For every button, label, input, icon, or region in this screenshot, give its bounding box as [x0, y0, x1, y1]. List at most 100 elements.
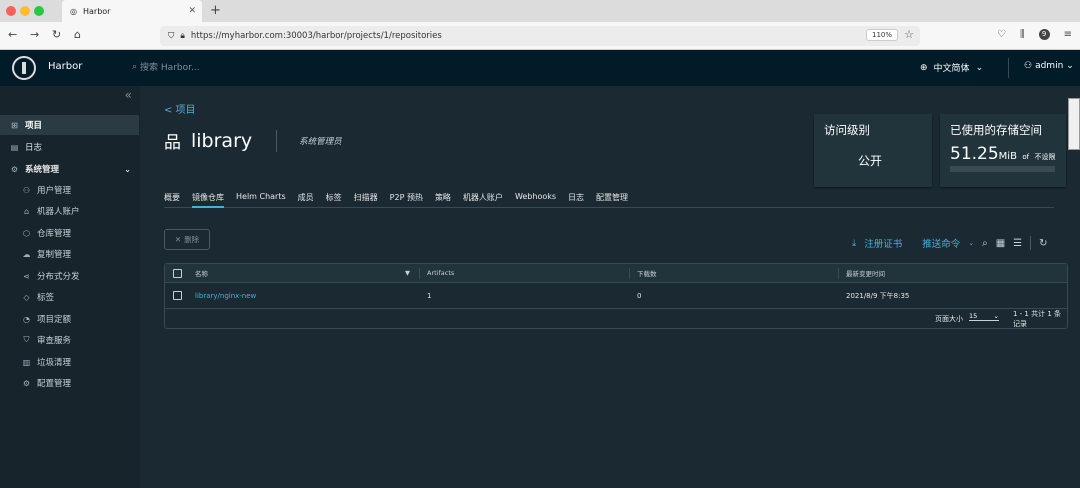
tab-webhooks[interactable]: Webhooks: [515, 192, 556, 208]
project-title-bar: 品 library 系统管理员: [164, 128, 342, 153]
zoom-level[interactable]: 110%: [865, 29, 898, 41]
access-level-card: 访问级别 公开: [814, 114, 932, 187]
column-pulls[interactable]: 下载数: [637, 264, 657, 282]
column-artifacts[interactable]: Artifacts: [427, 264, 454, 282]
project-tabs: 概要 镜像仓库 Helm Charts 成员 标签 扫描器 P2P 预热 策略 …: [164, 192, 1054, 208]
back-arrow-icon[interactable]: ←: [8, 28, 17, 41]
browser-tab-title: Harbor: [82, 6, 111, 16]
tab-configuration[interactable]: 配置管理: [596, 192, 628, 208]
menu-icon[interactable]: ≡: [1064, 29, 1072, 40]
globe-icon: ⊕: [920, 62, 928, 73]
sidebar-item-label: 垃圾清理: [37, 358, 72, 368]
projects-icon: ⊞: [11, 120, 18, 130]
home-icon[interactable]: ⌂: [74, 28, 81, 41]
sidebar-item-logs[interactable]: ▤ 日志: [0, 137, 139, 157]
language-selector[interactable]: ⊕ 中文简体 ⌄: [920, 61, 984, 75]
trash-icon: ▥: [22, 357, 31, 367]
select-all-checkbox[interactable]: [173, 264, 182, 282]
tab-helm-charts[interactable]: Helm Charts: [236, 192, 286, 208]
sidebar-item-labels[interactable]: ◇ 标签: [0, 287, 139, 307]
sidebar-item-configuration[interactable]: ⚙ 配置管理: [0, 373, 139, 393]
sidebar-item-label: 用户管理: [37, 186, 72, 196]
address-bar[interactable]: ⛉ 🔒︎ https://myharbor.com:30003/harbor/p…: [160, 26, 920, 46]
title-divider: [276, 129, 278, 152]
browser-toolbar: ← → ↻ ⌂ ⛉ 🔒︎ https://myharbor.com:30003/…: [0, 22, 1080, 50]
sidebar-item-gc[interactable]: ▥ 垃圾清理: [0, 352, 139, 372]
brand-name[interactable]: Harbor: [48, 61, 82, 72]
sidebar-item-distributions[interactable]: ⋖ 分布式分发: [0, 266, 139, 286]
tab-robot-accounts[interactable]: 机器人账户: [463, 192, 503, 208]
browser-tab-strip: ◎ Harbor ✕ +: [0, 0, 1080, 22]
user-menu[interactable]: ⚇ admin ⌄: [1024, 61, 1074, 71]
admin-icon: ⚙: [10, 164, 19, 174]
side-drawer-tab[interactable]: [1068, 98, 1080, 150]
tab-repositories[interactable]: 镜像仓库: [192, 192, 224, 208]
table-row[interactable]: library/nginx-new 1 0 2021/8/9 下午8:35: [165, 283, 1067, 309]
back-to-projects-link[interactable]: < 项目: [164, 101, 196, 116]
sidebar-item-robot-accounts[interactable]: ⌂ 机器人账户: [0, 201, 139, 221]
collapse-sidebar-icon[interactable]: «: [125, 88, 132, 102]
card-view-icon[interactable]: ▦: [996, 238, 1005, 249]
maximize-window-button[interactable]: [34, 6, 44, 16]
tab-logs[interactable]: 日志: [568, 192, 584, 208]
sidebar-item-administration[interactable]: ⚙ 系统管理 ⌄: [0, 159, 139, 179]
repo-name-link[interactable]: library/nginx-new: [195, 283, 256, 308]
close-tab-icon[interactable]: ✕: [188, 6, 196, 16]
actions-divider: [1030, 236, 1032, 250]
new-tab-button[interactable]: +: [210, 3, 221, 18]
reload-icon[interactable]: ↻: [52, 28, 61, 41]
sidebar-item-registries[interactable]: ⬡ 仓库管理: [0, 223, 139, 243]
tab-labels[interactable]: 标签: [326, 192, 342, 208]
library-icon[interactable]: ⫼: [1020, 29, 1025, 40]
refresh-icon[interactable]: ↻: [1039, 238, 1047, 249]
sidebar-item-label: 审查服务: [37, 336, 72, 346]
chevron-down-icon: ⌄: [975, 62, 984, 73]
tab-scanner[interactable]: 扫描器: [354, 192, 378, 208]
forward-arrow-icon[interactable]: →: [30, 28, 39, 41]
pull-count: 0: [637, 291, 642, 300]
main-content: < 项目 品 library 系统管理员 访问级别 公开 已使用的存储空间 51…: [140, 86, 1080, 488]
sidebar-item-label: 标签: [37, 293, 55, 303]
registry-icon: ⬡: [23, 228, 30, 238]
sidebar-item-quotas[interactable]: ◔ 项目定额: [0, 309, 139, 329]
storage-usage: 51.25MiB of 不设限: [950, 144, 1056, 164]
artifacts-count: 1: [427, 291, 432, 300]
sidebar-item-projects[interactable]: ⊞ 项目: [0, 115, 139, 135]
project-role: 系统管理员: [299, 136, 342, 147]
extension-badge[interactable]: 9: [1038, 29, 1050, 40]
global-search[interactable]: ⌕ 搜索 Harbor...: [132, 60, 200, 74]
bookmark-star-icon[interactable]: ☆: [904, 28, 914, 41]
page-size-select[interactable]: 15 ⌄: [969, 312, 999, 321]
header-divider: [1008, 58, 1009, 78]
push-command-button[interactable]: 推送命令: [922, 236, 960, 250]
storage-of: of: [1022, 153, 1030, 161]
tab-p2p-preheat[interactable]: P2P 预热: [390, 192, 423, 208]
sidebar-item-label: 项目定额: [37, 315, 72, 325]
sidebar-item-interrogation[interactable]: ⛉ 审查服务: [0, 330, 139, 350]
share-icon: ⋖: [23, 271, 30, 281]
list-view-icon[interactable]: ☰: [1013, 238, 1022, 249]
search-input[interactable]: 搜索 Harbor...: [140, 60, 200, 73]
storage-value: 51.25: [950, 144, 999, 164]
logs-icon: ▤: [10, 142, 19, 152]
harbor-logo-icon[interactable]: [12, 56, 36, 80]
column-divider: [419, 268, 420, 279]
tab-policy[interactable]: 策略: [435, 192, 451, 208]
tab-summary[interactable]: 概要: [164, 192, 180, 208]
minimize-window-button[interactable]: [20, 6, 30, 16]
sidebar-item-users[interactable]: ⚇ 用户管理: [0, 180, 139, 200]
pocket-icon[interactable]: ♡: [997, 29, 1006, 40]
filter-icon[interactable]: ▼: [405, 264, 410, 282]
delete-button[interactable]: ✕ 删除: [164, 229, 210, 250]
push-cert-button[interactable]: 注册证书: [864, 236, 902, 250]
search-icon[interactable]: ⌕: [982, 238, 988, 249]
sidebar-item-label: 项目: [25, 121, 43, 131]
column-updated[interactable]: 最新变更时间: [846, 264, 885, 282]
close-window-button[interactable]: [6, 6, 16, 16]
sidebar-item-replications[interactable]: ☁ 复制管理: [0, 244, 139, 264]
tab-members[interactable]: 成员: [298, 192, 314, 208]
browser-tab[interactable]: ◎ Harbor ✕: [62, 0, 202, 22]
row-checkbox[interactable]: [173, 283, 182, 308]
column-name[interactable]: 名称: [195, 264, 208, 282]
robot-icon: ⌂: [23, 206, 30, 216]
